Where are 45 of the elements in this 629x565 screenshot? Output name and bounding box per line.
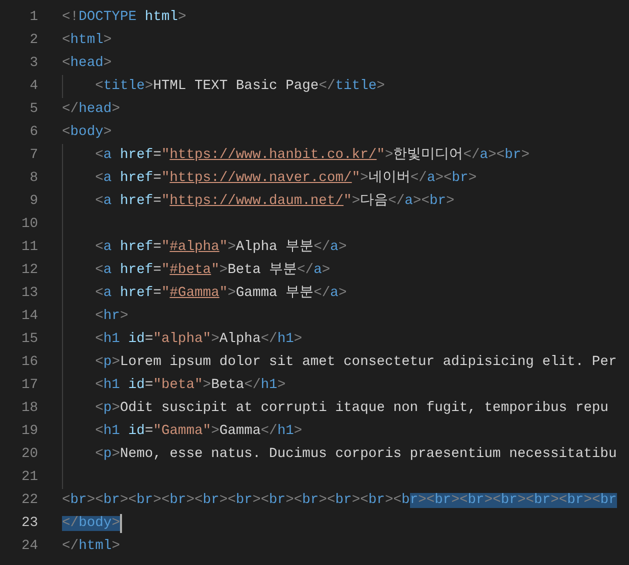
line-number: 13 — [20, 285, 38, 303]
line-number: 4 — [28, 78, 38, 96]
line-number: 18 — [20, 400, 38, 418]
code-line: <h1 id="Gamma">Gamma</h1> — [94, 423, 302, 441]
line-number: 22 — [20, 492, 38, 510]
code-line: <a href="https://www.daum.net/">다음</a><br> — [94, 192, 454, 211]
code-line: <head> — [62, 55, 112, 73]
line-number: 14 — [20, 308, 38, 326]
code-line: <html> — [62, 32, 112, 50]
code-line: </head> — [62, 101, 120, 119]
code-line: <h1 id="alpha">Alpha</h1> — [94, 331, 302, 349]
code-line: <h1 id="beta">Beta</h1> — [94, 377, 286, 395]
line-number: 1 — [28, 9, 38, 27]
line-number: 3 — [28, 55, 38, 73]
line-number: 11 — [20, 239, 38, 257]
line-number: 23 — [20, 515, 38, 533]
line-number: 15 — [20, 331, 38, 349]
line-number: 17 — [20, 377, 38, 395]
line-number: 6 — [28, 124, 38, 142]
line-number: 2 — [28, 32, 38, 50]
line-number: 12 — [20, 262, 38, 280]
line-number: 16 — [20, 354, 38, 372]
code-line: <title>HTML TEXT Basic Page</title> — [94, 78, 385, 96]
code-line: <p>Nemo, esse natus. Ducimus corporis praesentium necessitatibu — [94, 446, 617, 464]
line-number: 21 — [20, 469, 38, 487]
code-line: <a href="#beta">Beta 부분</a> — [94, 262, 330, 280]
code-line: <a href="https://www.hanbit.co.kr/">한빛미디어</a><br> — [94, 146, 530, 165]
line-number: 9 — [28, 193, 38, 211]
line-number: 19 — [20, 423, 38, 441]
code-line: <a href="#alpha">Alpha 부분</a> — [94, 238, 347, 257]
line-number: 7 — [28, 147, 38, 165]
code-line: <p>Lorem ipsum dolor sit amet consectetur adipisicing elit. Per — [94, 354, 617, 372]
code-line: <a href="#Gamma">Gamma 부분</a> — [94, 284, 347, 303]
code-line: <br><br><br><br><br><br><br><br><br><br><br><br><br><br><br><br><br — [62, 492, 617, 510]
line-number: 20 — [20, 446, 38, 464]
code-line: </html> — [62, 538, 120, 556]
code-line: <a href="https://www.naver.com/">네이버</a><br> — [94, 170, 477, 188]
line-number: 5 — [28, 101, 38, 119]
line-number: 10 — [20, 216, 38, 234]
code-line: <hr> — [94, 308, 128, 326]
code-line: <!DOCTYPE html> — [62, 9, 186, 27]
code-line: <p>Odit suscipit at corrupti itaque non fugit, temporibus repu — [94, 400, 608, 418]
line-number: 24 — [20, 538, 38, 556]
line-number: 8 — [28, 170, 38, 188]
code-line: <body> — [62, 124, 112, 142]
